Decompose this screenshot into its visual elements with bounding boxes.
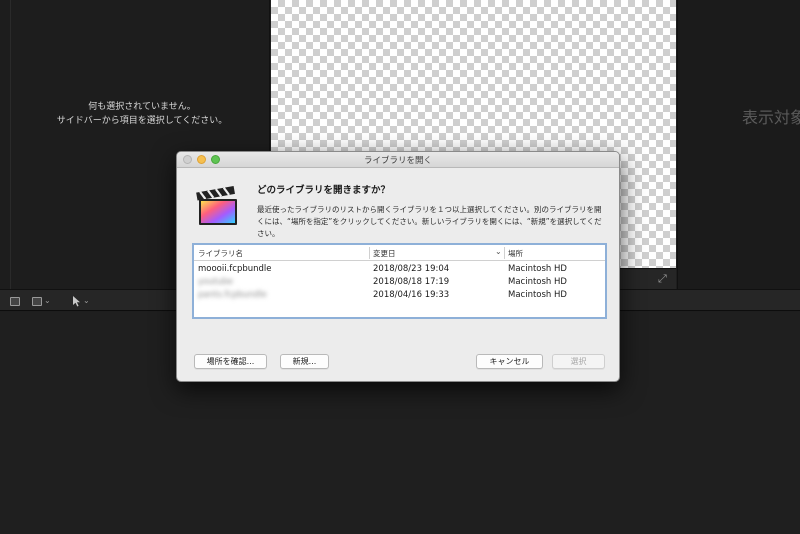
library-table[interactable]: ライブラリ名 変更日 ⌄ 場所 moooii.fcpbundle 2018/08… bbox=[192, 243, 607, 319]
clip-view-button[interactable] bbox=[10, 294, 20, 308]
dialog-heading: どのライブラリを開きますか？ bbox=[257, 185, 391, 196]
dialog-titlebar: ライブラリを開く bbox=[177, 152, 619, 168]
table-header: ライブラリ名 変更日 ⌄ 場所 bbox=[194, 245, 605, 261]
final-cut-pro-icon bbox=[196, 185, 237, 225]
column-divider bbox=[504, 247, 505, 259]
locate-button[interactable]: 場所を確認... bbox=[194, 354, 267, 369]
select-tool-button[interactable]: ⌄ bbox=[72, 294, 90, 308]
location-cell: Macintosh HD bbox=[508, 290, 567, 300]
library-name-cell: youtube bbox=[198, 277, 233, 287]
inspector-panel: 表示対象 bbox=[677, 0, 800, 289]
clip-appearance-icon bbox=[32, 296, 42, 306]
open-library-dialog: ライブラリを開く どのライブラリを開きますか？ 最近使ったライブラリのリストから… bbox=[176, 151, 620, 382]
fullscreen-icon[interactable]: ⤢ bbox=[658, 273, 670, 285]
table-row[interactable]: pants.fcpbundle 2018/04/16 19:33 Macinto… bbox=[194, 289, 605, 302]
location-cell: Macintosh HD bbox=[508, 277, 567, 287]
clip-appearance-button[interactable]: ⌄ bbox=[32, 294, 51, 308]
empty-line-2: サイドバーから項目を選択してください。 bbox=[56, 116, 228, 126]
sidebar-divider bbox=[10, 0, 11, 289]
browser-empty-message: 何も選択されていません。 サイドバーから項目を選択してください。 bbox=[14, 100, 270, 128]
chevron-down-icon: ⌄ bbox=[44, 296, 51, 305]
modified-date-cell: 2018/08/18 17:19 bbox=[373, 277, 450, 287]
library-name-cell: moooii.fcpbundle bbox=[198, 264, 272, 274]
select-tool-icon bbox=[73, 295, 80, 306]
column-header-location[interactable]: 場所 bbox=[508, 248, 523, 259]
library-name-cell: pants.fcpbundle bbox=[198, 290, 267, 300]
empty-line-1: 何も選択されていません。 bbox=[88, 102, 196, 112]
dialog-body-text: 最近使ったライブラリのリストから開くライブラリを１つ以上選択してください。別のラ… bbox=[257, 205, 602, 238]
chevron-down-icon: ⌄ bbox=[83, 296, 90, 305]
modified-date-cell: 2018/08/23 19:04 bbox=[373, 264, 450, 274]
choose-button[interactable]: 選択 bbox=[552, 354, 605, 369]
column-header-date[interactable]: 変更日 bbox=[373, 248, 396, 259]
location-cell: Macintosh HD bbox=[508, 264, 567, 274]
dialog-title: ライブラリを開く bbox=[363, 156, 432, 166]
column-divider bbox=[369, 247, 370, 259]
modified-date-cell: 2018/04/16 19:33 bbox=[373, 290, 450, 300]
sort-desc-icon: ⌄ bbox=[495, 247, 502, 256]
table-row[interactable]: moooii.fcpbundle 2018/08/23 19:04 Macint… bbox=[194, 263, 605, 276]
clip-appearance-icon bbox=[10, 296, 20, 306]
column-header-name[interactable]: ライブラリ名 bbox=[198, 248, 243, 259]
inspector-empty-text: 表示対象 bbox=[742, 108, 800, 127]
cancel-button[interactable]: キャンセル bbox=[476, 354, 543, 369]
table-row[interactable]: youtube 2018/08/18 17:19 Macintosh HD bbox=[194, 276, 605, 289]
new-library-button[interactable]: 新規... bbox=[280, 354, 329, 369]
app-window: 何も選択されていません。 サイドバーから項目を選択してください。 ⤢ 表示対象 … bbox=[0, 0, 800, 534]
